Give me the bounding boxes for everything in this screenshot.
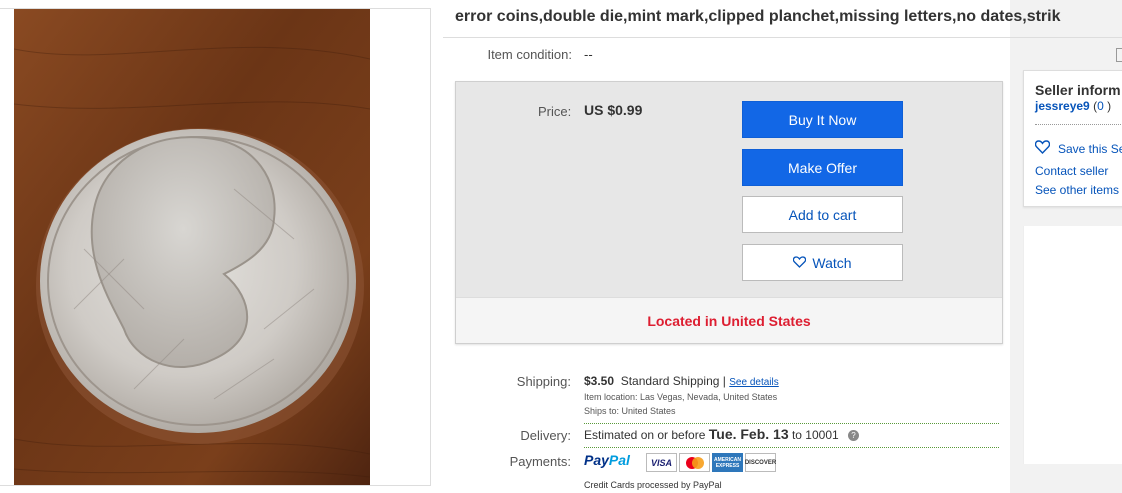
amex-text: AMERICAN EXPRESS — [714, 456, 741, 469]
make-offer-button[interactable]: Make Offer — [742, 149, 903, 186]
location-strip: Located in United States — [456, 297, 1002, 343]
watch-label: Watch — [812, 254, 852, 271]
make-offer-label: Make Offer — [788, 159, 857, 176]
contact-seller-link[interactable]: Contact seller — [1035, 164, 1108, 178]
discover-text: DISCOVER — [744, 459, 777, 466]
visa-card-icon: VISA — [646, 453, 677, 472]
delivery-prefix: Estimated on or before — [584, 428, 706, 442]
paypal-logo-a: Pay — [584, 452, 609, 468]
delivery-label: Delivery: — [520, 428, 571, 443]
listing-title: error coins,double die,mint mark,clipped… — [455, 8, 1061, 25]
help-icon[interactable]: ? — [848, 430, 860, 442]
see-details-link[interactable]: See details — [729, 377, 778, 388]
image-panel — [0, 8, 431, 486]
condition-value: -- — [584, 47, 593, 62]
add-to-cart-button[interactable]: Add to cart — [742, 196, 903, 233]
buy-it-now-label: Buy It Now — [788, 111, 857, 128]
ad-panel — [1023, 226, 1122, 464]
buy-box: Price: US $0.99 Buy It Now Make Offer Ad… — [455, 81, 1003, 344]
condition-icon[interactable] — [1116, 48, 1122, 62]
heart-icon — [793, 255, 807, 271]
payments-label: Payments: — [509, 454, 571, 469]
buy-it-now-button[interactable]: Buy It Now — [742, 101, 903, 138]
see-other-items-link[interactable]: See other items — [1035, 183, 1119, 197]
shipping-cost: $3.50 — [584, 374, 615, 388]
feedback-score-link[interactable]: 0 — [1097, 99, 1104, 113]
credit-card-note: Credit Cards processed by PayPal — [584, 480, 722, 490]
ships-to: Ships to: United States — [584, 406, 676, 416]
save-seller-label: Save this Se — [1058, 141, 1122, 156]
delivery-estimate: Estimated on or before Tue. Feb. 13 to 1… — [584, 426, 860, 442]
seller-divider — [1035, 124, 1122, 125]
price-value: US $0.99 — [584, 102, 643, 118]
delivery-date: Tue. Feb. 13 — [708, 426, 789, 442]
discover-card-icon: DISCOVER — [745, 453, 776, 472]
paypal-logo: PayPal — [584, 452, 630, 468]
title-divider — [443, 37, 1122, 38]
seller-name-row: jessreye9 (0 ) — [1035, 99, 1111, 113]
shipping-separator: | — [722, 374, 726, 388]
mastercard-card-icon — [679, 453, 710, 472]
shipping-summary: $3.50 Standard Shipping | See details — [584, 374, 779, 388]
paypal-logo-b: Pal — [608, 452, 630, 468]
condition-label: Item condition: — [487, 47, 572, 62]
seller-name-link[interactable]: jessreye9 — [1035, 99, 1090, 113]
delivery-suffix: to 10001 — [791, 428, 839, 442]
price-label: Price: — [538, 104, 572, 119]
seller-heading: Seller inform — [1035, 82, 1121, 98]
delivery-divider-bottom — [584, 447, 999, 448]
shipping-method: Standard Shipping — [620, 374, 720, 388]
score-close: ) — [1103, 99, 1112, 113]
visa-text: VISA — [650, 457, 672, 468]
add-to-cart-label: Add to cart — [788, 206, 857, 223]
item-photo[interactable] — [14, 9, 370, 485]
item-location: Item location: Las Vegas, Nevada, United… — [584, 392, 778, 402]
save-seller-link[interactable]: Save this Se — [1034, 140, 1122, 157]
delivery-divider-top — [584, 423, 999, 424]
watch-button[interactable]: Watch — [742, 244, 903, 281]
amex-card-icon: AMERICAN EXPRESS — [712, 453, 743, 472]
heart-icon — [1034, 140, 1051, 157]
location-text: Located in United States — [647, 312, 811, 329]
seller-info-panel: Seller inform jessreye9 (0 ) Save this S… — [1023, 70, 1122, 207]
shipping-label: Shipping: — [516, 374, 571, 389]
seller-score: (0 ) — [1093, 99, 1111, 113]
